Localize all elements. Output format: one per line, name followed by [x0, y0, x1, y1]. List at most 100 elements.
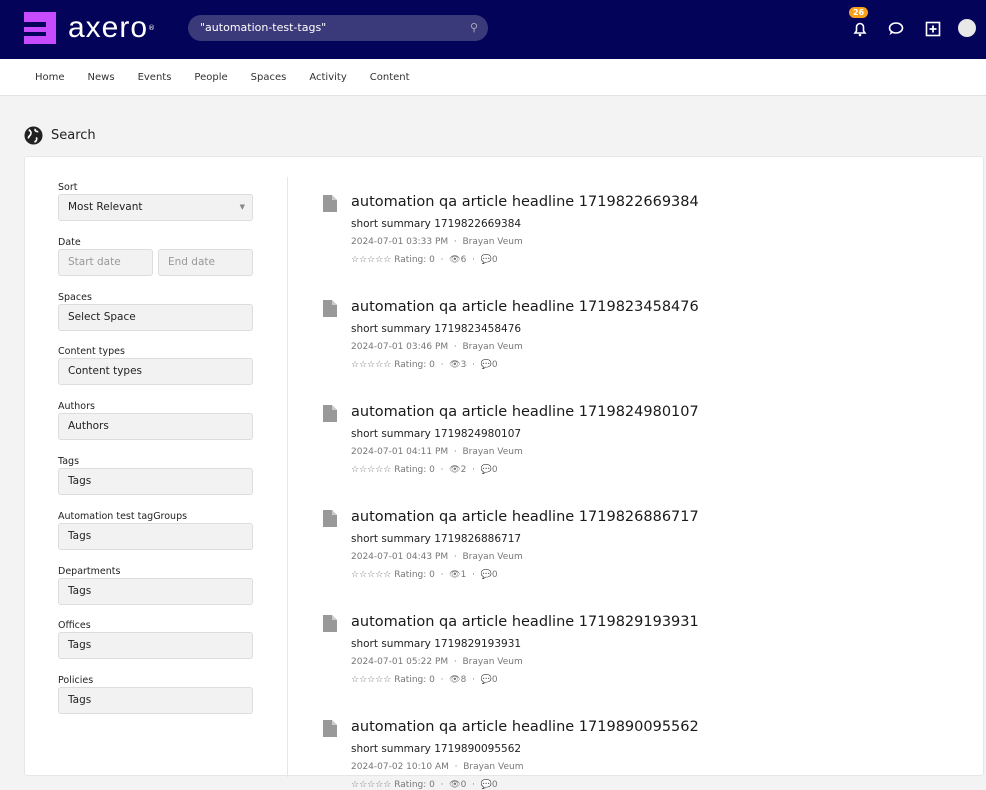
- result-date: 2024-07-01 05:22 PM: [351, 657, 449, 667]
- star-rating-icon[interactable]: ☆☆☆☆☆: [351, 570, 391, 580]
- search-input[interactable]: "automation-test-tags" ⚲: [188, 15, 488, 41]
- document-icon: [323, 300, 337, 317]
- comment-count: 0: [491, 360, 498, 370]
- filter-label: Date: [58, 236, 81, 248]
- filter-select[interactable]: Select Space: [58, 303, 253, 331]
- view-count: 8: [460, 675, 467, 685]
- filter-label: Content types: [58, 346, 125, 358]
- eye-icon: 👁: [449, 465, 461, 475]
- filter-label: Tags: [58, 456, 80, 467]
- filter-label: Policies: [58, 675, 94, 687]
- result-meta: 2024-07-02 10:10 AM · Brayan Veum: [351, 762, 524, 772]
- start-date-input[interactable]: Start date: [58, 248, 153, 276]
- user-avatar[interactable]: [958, 19, 976, 37]
- page-title: Search: [51, 128, 96, 143]
- nav-spaces[interactable]: Spaces: [251, 72, 287, 83]
- star-rating-icon[interactable]: ☆☆☆☆☆: [351, 675, 391, 685]
- nav-people[interactable]: People: [194, 72, 227, 83]
- star-rating-icon[interactable]: ☆☆☆☆☆: [351, 465, 391, 475]
- logo-mark-icon: [24, 12, 56, 44]
- nav-activity[interactable]: Activity: [309, 72, 346, 83]
- comment-count: 0: [491, 255, 498, 265]
- result-author[interactable]: Brayan Veum: [462, 447, 522, 457]
- document-icon: [323, 720, 337, 737]
- filter-value: Tags: [68, 639, 92, 652]
- star-rating-icon[interactable]: ☆☆☆☆☆: [351, 255, 391, 265]
- result-author[interactable]: Brayan Veum: [462, 657, 522, 667]
- result-meta: 2024-07-01 03:46 PM · Brayan Veum: [351, 342, 523, 352]
- document-icon: [323, 615, 337, 632]
- result-summary: short summary 1719824980107: [351, 428, 522, 440]
- rating-text: Rating: 0: [394, 780, 435, 790]
- main-nav: Home News Events People Spaces Activity …: [0, 59, 986, 96]
- page-header: Search: [24, 126, 96, 145]
- filter-label: Automation test tagGroups: [58, 510, 188, 522]
- filter-value: Tags: [68, 529, 92, 542]
- filter-value: Tags: [68, 694, 92, 707]
- result-title[interactable]: automation qa article headline 171982266…: [351, 194, 699, 210]
- globe-icon: [24, 126, 43, 145]
- filter-select[interactable]: Authors: [58, 413, 253, 441]
- chat-icon[interactable]: [886, 19, 906, 39]
- view-count: 3: [460, 360, 467, 370]
- eye-icon: 👁: [449, 360, 461, 370]
- comment-icon: 💬: [480, 465, 492, 475]
- comment-count: 0: [491, 465, 498, 475]
- comment-icon: 💬: [480, 570, 492, 580]
- star-rating-icon[interactable]: ☆☆☆☆☆: [351, 780, 391, 790]
- bell-icon[interactable]: [850, 19, 870, 39]
- filter-select[interactable]: Tags: [58, 687, 253, 715]
- result-stats: ☆☆☆☆☆ Rating: 0 · 👁6 · 💬0: [351, 255, 498, 265]
- result-date: 2024-07-01 04:11 PM: [351, 447, 449, 457]
- result-title[interactable]: automation qa article headline 171989009…: [351, 719, 699, 735]
- star-rating-icon[interactable]: ☆☆☆☆☆: [351, 360, 391, 370]
- filter-value: Most Relevant: [68, 201, 143, 213]
- view-count: 2: [460, 465, 467, 475]
- nav-home[interactable]: Home: [35, 72, 65, 83]
- nav-content[interactable]: Content: [370, 72, 410, 83]
- eye-icon: 👁: [449, 570, 461, 580]
- result-meta: 2024-07-01 04:11 PM · Brayan Veum: [351, 447, 523, 457]
- filter-select[interactable]: Tags: [58, 577, 253, 605]
- filter-value: Select Space: [68, 310, 136, 323]
- result-date: 2024-07-01 03:33 PM: [351, 237, 449, 247]
- top-bar: axero ® "automation-test-tags" ⚲ 26: [0, 0, 986, 59]
- filter-label: Departments: [58, 565, 121, 577]
- document-icon: [323, 195, 337, 212]
- eye-icon: 👁: [449, 255, 461, 265]
- result-meta: 2024-07-01 05:22 PM · Brayan Veum: [351, 657, 523, 667]
- nav-news[interactable]: News: [88, 72, 115, 83]
- filter-select[interactable]: Tags: [58, 522, 253, 550]
- filter-select[interactable]: Tags: [58, 632, 253, 660]
- result-title[interactable]: automation qa article headline 171982345…: [351, 299, 699, 315]
- comment-icon: 💬: [480, 255, 492, 265]
- filter-select[interactable]: Content types: [58, 358, 253, 386]
- comment-icon: 💬: [480, 360, 492, 370]
- nav-events[interactable]: Events: [138, 72, 172, 83]
- result-title[interactable]: automation qa article headline 171982688…: [351, 509, 699, 525]
- result-summary: short summary 1719829193931: [351, 638, 522, 650]
- document-icon: [323, 405, 337, 422]
- search-icon[interactable]: ⚲: [470, 15, 478, 41]
- search-card: Sort Most Relevant ▼ Date Start date End date…: [24, 156, 984, 790]
- result-meta: 2024-07-01 04:43 PM · Brayan Veum: [351, 552, 523, 562]
- result-stats: ☆☆☆☆☆ Rating: 0 · 👁3 · 💬0: [351, 360, 498, 370]
- result-title[interactable]: automation qa article headline 171982919…: [351, 614, 699, 630]
- rating-text: Rating: 0: [394, 675, 435, 685]
- filter-value: Content types: [68, 365, 143, 378]
- result-stats: ☆☆☆☆☆ Rating: 0 · 👁8 · 💬0: [351, 675, 498, 685]
- result-author[interactable]: Brayan Veum: [462, 342, 522, 352]
- result-title[interactable]: automation qa article headline 171982498…: [351, 404, 699, 420]
- filter-select[interactable]: Most Relevant ▼: [58, 194, 253, 221]
- axero-logo[interactable]: axero ®: [24, 12, 155, 44]
- filter-label: Offices: [58, 620, 91, 632]
- filter-value: Tags: [68, 475, 92, 487]
- result-author[interactable]: Brayan Veum: [462, 237, 522, 247]
- filter-value: Authors: [68, 420, 109, 433]
- filter-select[interactable]: Tags: [58, 468, 253, 495]
- end-date-input[interactable]: End date: [158, 248, 253, 276]
- add-icon[interactable]: [923, 19, 943, 39]
- result-author[interactable]: Brayan Veum: [463, 762, 523, 772]
- filter-value: Tags: [68, 584, 92, 597]
- result-author[interactable]: Brayan Veum: [462, 552, 522, 562]
